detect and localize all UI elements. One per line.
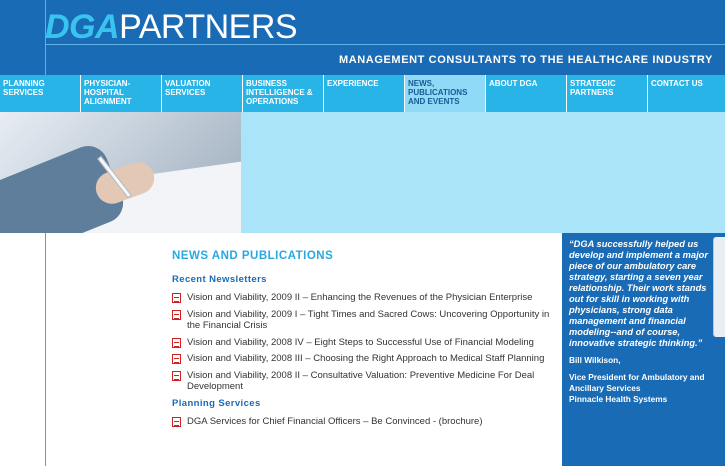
hero-banner: [0, 112, 725, 233]
newsletter-link[interactable]: Vision and Viability, 2009 I – Tight Tim…: [187, 309, 549, 332]
list-item: DGA Services for Chief Financial Officer…: [172, 416, 552, 428]
nav-experience[interactable]: EXPERIENCE: [324, 75, 405, 112]
logo-dga: DGA: [45, 8, 120, 46]
list-item: Vision and Viability, 2009 II – Enhancin…: [172, 292, 552, 304]
pdf-icon: [172, 370, 181, 381]
nav-strategic-partners[interactable]: STRATEGIC PARTNERS: [567, 75, 648, 112]
nav-valuation-services[interactable]: VALUATION SERVICES: [162, 75, 243, 112]
nav-physician-hospital-alignment[interactable]: PHYSICIAN-HOSPITAL ALIGNMENT: [81, 75, 162, 112]
pdf-icon: [172, 293, 181, 303]
testimonial-name: Bill Wilkison,: [569, 355, 621, 365]
nav-business-intelligence[interactable]: BUSINESS INTELLIGENCE & OPERATIONS: [243, 75, 324, 112]
pdf-icon: [172, 309, 181, 320]
list-item: Vision and Viability, 2008 III – Choosin…: [172, 353, 552, 365]
testimonial-quote: “DGA successfully helped us develop and …: [569, 239, 708, 348]
testimonial-box: “DGA successfully helped us develop and …: [562, 233, 725, 466]
newsletter-list: Vision and Viability, 2009 II – Enhancin…: [172, 292, 552, 393]
pdf-icon: [172, 416, 181, 427]
site-logo[interactable]: DGAPARTNERS: [45, 8, 298, 46]
hero-photo-writing-hand: [0, 112, 241, 233]
pdf-icon: [172, 337, 181, 348]
newsletter-link[interactable]: Vision and Viability, 2008 IV – Eight St…: [187, 337, 534, 348]
side-scroll-tab[interactable]: [713, 237, 725, 337]
planning-list: DGA Services for Chief Financial Officer…: [172, 416, 552, 428]
newsletter-link[interactable]: Vision and Viability, 2008 III – Choosin…: [187, 353, 544, 364]
nav-news-publications[interactable]: NEWS, PUBLICATIONS AND EVENTS: [405, 75, 486, 112]
left-divider: [45, 233, 46, 466]
nav-planning-services[interactable]: PLANNING SERVICES: [0, 75, 81, 112]
main-nav: PLANNING SERVICES PHYSICIAN-HOSPITAL ALI…: [0, 75, 725, 112]
main-content: NEWS AND PUBLICATIONS Recent Newsletters…: [172, 250, 552, 432]
nav-about-dga[interactable]: ABOUT DGA: [486, 75, 567, 112]
list-item: Vision and Viability, 2009 I – Tight Tim…: [172, 309, 552, 332]
logo-partners: PARTNERS: [119, 8, 298, 46]
testimonial-role: Vice President for Ambulatory and Ancill…: [569, 372, 705, 393]
nav-contact-us[interactable]: CONTACT US: [648, 75, 725, 112]
tagline: MANAGEMENT CONSULTANTS TO THE HEALTHCARE…: [338, 54, 713, 66]
section-title-planning-services: Planning Services: [172, 397, 261, 409]
page-title: NEWS AND PUBLICATIONS: [172, 250, 334, 262]
testimonial-org: Pinnacle Health Systems: [569, 394, 668, 404]
pdf-icon: [172, 354, 181, 364]
brochure-link[interactable]: DGA Services for Chief Financial Officer…: [187, 416, 483, 427]
newsletter-link[interactable]: Vision and Viability, 2008 II – Consulta…: [187, 370, 534, 393]
list-item: Vision and Viability, 2008 IV – Eight St…: [172, 337, 552, 349]
list-item: Vision and Viability, 2008 II – Consulta…: [172, 370, 552, 393]
newsletter-link[interactable]: Vision and Viability, 2009 II – Enhancin…: [187, 292, 532, 303]
section-title-recent-newsletters: Recent Newsletters: [172, 274, 267, 285]
site-header: DGAPARTNERS MANAGEMENT CONSULTANTS TO TH…: [0, 0, 725, 75]
